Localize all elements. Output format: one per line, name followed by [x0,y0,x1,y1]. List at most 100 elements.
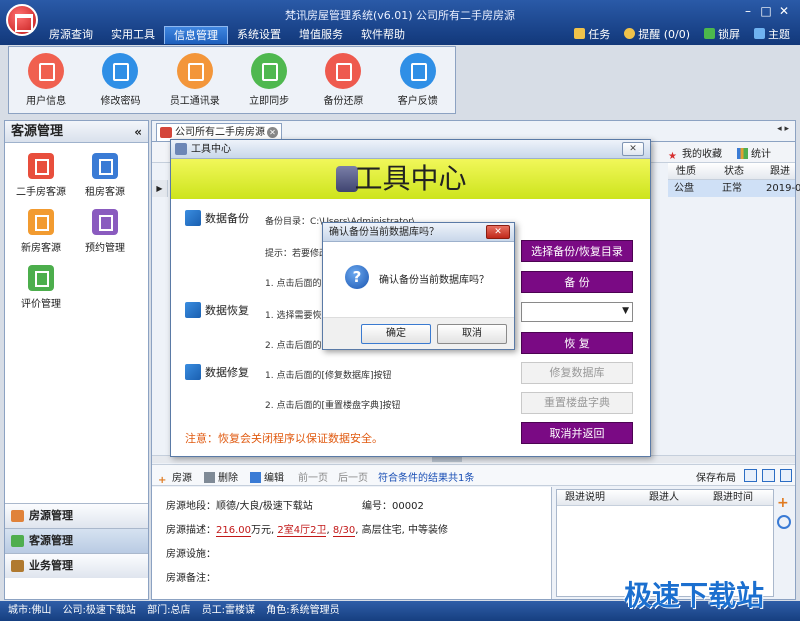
calendar-icon [92,209,118,235]
restore-button[interactable]: 恢 复 [521,332,633,354]
title-bar: 梵讯房屋管理系统(v6.01) 公司所有二手房房源 – □ ✕ 房源查询 实用工… [0,0,800,45]
restore-section-icon [185,302,201,318]
col-nature[interactable]: 性质 [676,163,696,180]
tool-center-banner: 工具中心 [171,159,650,199]
people-icon [11,535,24,547]
menu-value-added[interactable]: 增值服务 [290,26,352,44]
grid-header: 性质 状态 跟进 [668,163,795,180]
review-button[interactable]: 评价管理 [11,265,71,310]
nav-property-management[interactable]: 房源管理 [5,503,148,528]
tool-center-close-button[interactable]: ✕ [622,142,644,156]
pencil-icon [28,265,54,291]
next-page-button[interactable]: 后一页 [338,469,368,484]
minimize-button[interactable]: – [740,4,756,18]
backup-section-icon [185,210,201,226]
collapse-button[interactable]: « [134,121,142,143]
menu-info-management[interactable]: 信息管理 [164,26,228,44]
sync-now-button[interactable]: 立即同步 [234,53,304,107]
bell-icon [624,28,636,39]
floor-value: 8/30 [332,525,356,537]
change-password-button[interactable]: 修改密码 [85,53,155,107]
maximize-button[interactable]: □ [758,4,774,18]
status-dept: 部门:总店 [147,605,191,616]
plus-icon: + [158,475,167,486]
col-status[interactable]: 状态 [724,163,744,180]
repair-db-button[interactable]: 修复数据库 [521,362,633,384]
tool-icon [175,143,187,155]
restore-file-select[interactable]: ▼ [521,302,633,322]
briefcase-icon [11,560,24,572]
ok-button[interactable]: 确定 [361,324,431,344]
cancel-button[interactable]: 取消 [437,324,507,344]
nav-business-management[interactable]: 业务管理 [5,553,148,578]
staff-directory-button[interactable]: 员工通讯录 [160,53,230,107]
new-house-clients-button[interactable]: 新房客源 [11,209,71,254]
status-staff: 员工:雷楼谋 [201,605,256,616]
menu-tools[interactable]: 实用工具 [102,26,164,44]
add-follow-up-icon[interactable]: + [777,495,791,511]
confirm-close-button[interactable]: ✕ [486,225,510,239]
menu-property-query[interactable]: 房源查询 [40,26,102,44]
window-title: 梵讯房屋管理系统(v6.01) 公司所有二手房房源 [284,9,516,22]
reset-dict-button[interactable]: 重置楼盘字典 [521,392,633,414]
rental-icon [92,153,118,179]
house-icon [11,510,24,522]
number-value: 00002 [392,501,424,512]
close-tab-icon[interactable]: ✕ [267,127,278,138]
reminder-button[interactable]: 提醒 (0/0) [624,26,690,44]
ribbon-panel: 用户信息 修改密码 员工通讯录 立即同步 备份还原 客户反馈 [8,46,456,114]
restore-section-label: 数据恢复 [185,302,249,318]
save-layout-button[interactable]: 保存布局 [696,469,736,484]
layout-horizontal-button[interactable] [762,469,775,482]
row-pointer: ▶ [152,180,168,197]
house-icon [28,153,54,179]
left-panel: 客源管理 « 二手房客源 租房客源 新房客源 预约管理 评价管理 房源管理 客源… [4,120,149,600]
building-icon [28,209,54,235]
backup-section-label: 数据备份 [185,210,249,226]
task-button[interactable]: 任务 [574,26,610,44]
edit-icon [250,472,261,483]
backup-button[interactable]: 备 份 [521,271,633,293]
watermark: 极速下载站 [624,579,765,612]
add-property-button[interactable]: + 房源 [158,469,192,486]
lock-icon [704,28,715,39]
confirm-dialog: 确认备份当前数据库吗？ ✕ ? 确认备份当前数据库吗？ 确定 取消 [322,222,515,350]
menu-help[interactable]: 软件帮助 [352,26,414,44]
user-info-button[interactable]: 用户信息 [11,53,81,107]
second-hand-clients-button[interactable]: 二手房客源 [11,153,71,198]
delete-button[interactable]: 删除 [204,469,238,484]
scroll-thumb[interactable] [432,457,462,462]
bar-chart-icon [737,148,748,159]
favorites-button[interactable]: ★ 我的收藏 [668,145,722,162]
select-dir-button[interactable]: 选择备份/恢复目录 [521,240,633,262]
close-button[interactable]: ✕ [776,4,792,18]
layout-vertical-button[interactable] [744,469,757,482]
shirt-icon [754,28,765,39]
tool-center-titlebar: 工具中心 ✕ [171,140,650,159]
chevron-down-icon: ▼ [622,306,629,316]
theme-button[interactable]: 主题 [754,26,790,44]
result-count: 符合条件的结果共1条 [378,473,475,484]
task-icon [574,28,586,39]
customer-feedback-button[interactable]: 客户反馈 [383,53,453,107]
prev-page-button[interactable]: 前一页 [298,469,328,484]
backup-restore-button[interactable]: 备份还原 [308,53,378,107]
menu-system-settings[interactable]: 系统设置 [228,26,290,44]
search-icon[interactable] [777,515,791,529]
house-icon [160,127,172,138]
stats-button[interactable]: 统计 [737,145,771,160]
col-follow[interactable]: 跟进 [770,163,790,180]
cancel-return-button[interactable]: 取消并返回 [521,422,633,444]
confirm-footer: 确定 取消 [323,317,514,349]
edit-button[interactable]: 编辑 [250,469,284,484]
table-row[interactable]: 公盘 正常 2019-0 [668,180,800,197]
nav-client-management[interactable]: 客源管理 [5,528,148,553]
backup-icon [325,53,362,89]
lock-icon [102,53,139,89]
appointment-button[interactable]: 预约管理 [75,209,135,254]
tab-scroll-arrows[interactable]: ◂ ▸ [777,124,789,134]
repair-section-label: 数据修复 [185,364,249,380]
rental-clients-button[interactable]: 租房客源 [75,153,135,198]
layout-full-button[interactable] [780,469,792,482]
lock-screen-button[interactable]: 锁屏 [704,26,740,44]
